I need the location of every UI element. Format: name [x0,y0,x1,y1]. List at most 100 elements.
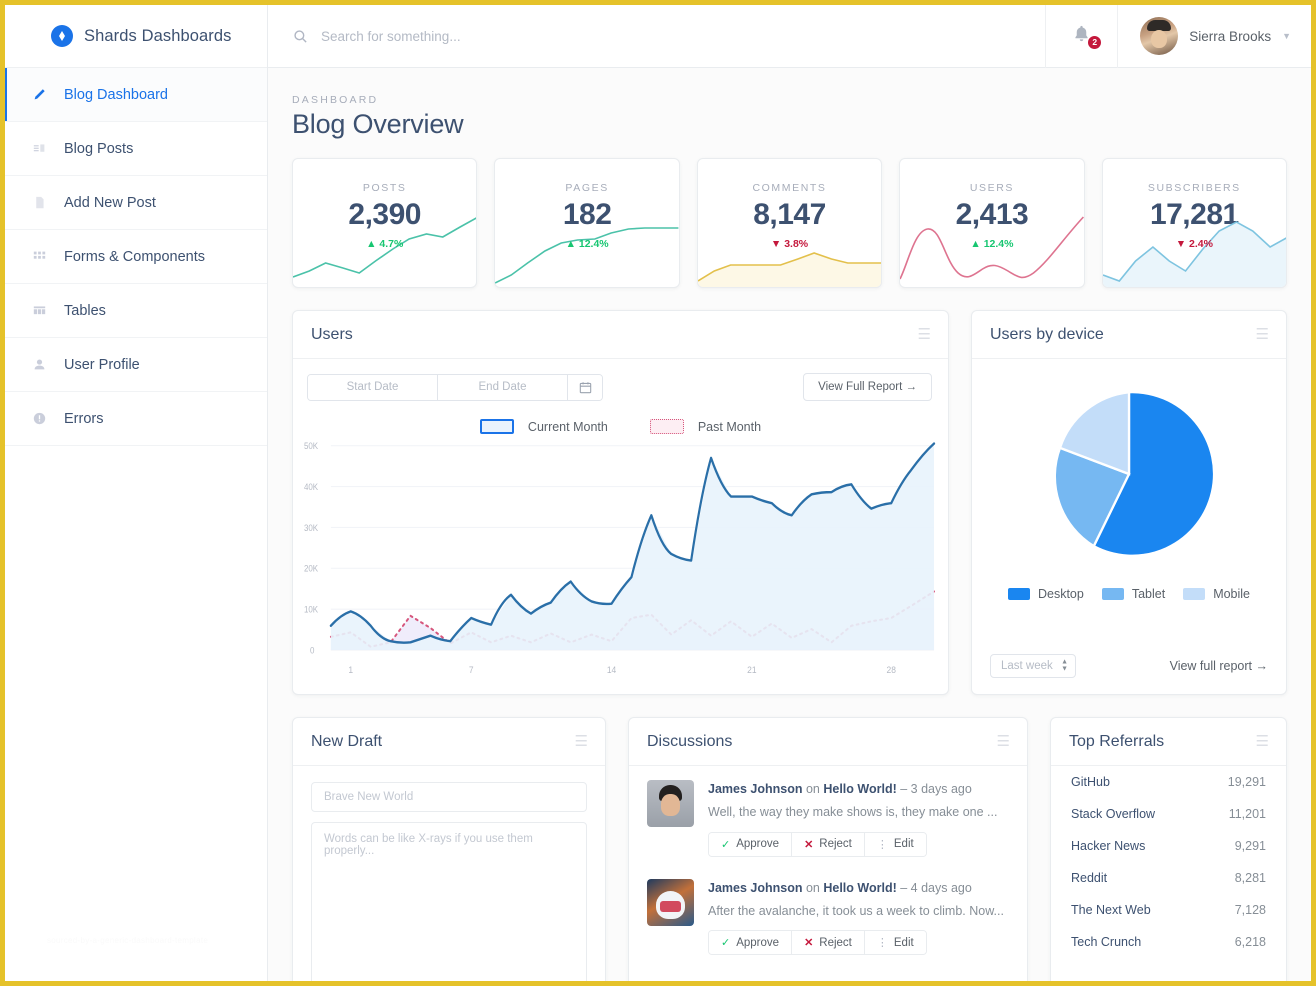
approve-label: Approve [736,838,780,851]
view-full-report-link[interactable]: View full report → [1170,659,1268,673]
chart-legend: Current Month Past Month [293,419,948,434]
draft-body-input[interactable] [311,822,587,981]
legend-item-desktop[interactable]: Desktop [1007,587,1084,601]
comment-author[interactable]: James Johnson [708,782,802,796]
svg-text:20K: 20K [304,563,319,574]
sidebar-item-label: Errors [64,410,104,427]
brand[interactable]: Shards Dashboards [5,5,267,68]
period-select[interactable]: Last week [990,654,1076,678]
bottom-row: New Draft ☰ Discussions ☰ [292,717,1287,981]
sidebar: Shards Dashboards Blog Dashboard Blog Po… [5,5,268,981]
users-sparkline [900,213,1084,287]
card-header: Users by device ☰ [972,311,1286,359]
stat-change-value: 2.4% [1189,238,1213,250]
edit-button[interactable]: ⋮ Edit [864,931,926,955]
pages-sparkline [495,213,679,287]
x-icon: ✕ [804,937,814,950]
view-full-report-button[interactable]: View Full Report → [803,373,932,401]
list-item[interactable]: The Next Web 7,128 [1051,894,1286,926]
check-icon: ✓ [721,937,731,950]
list-item[interactable]: GitHub 19,291 [1051,766,1286,798]
svg-text:7: 7 [469,665,474,676]
users-by-device-card: Users by device ☰ Desktop Tablet Mobile … [971,310,1287,695]
sidebar-item-errors[interactable]: Errors [5,392,267,446]
stat-change-value: 3.8% [784,238,809,250]
card-header: Top Referrals ☰ [1051,718,1286,766]
legend-item-mobile[interactable]: Mobile [1183,587,1250,601]
end-date-input[interactable] [438,374,568,400]
legend-swatch [1007,588,1030,600]
approve-button[interactable]: ✓ Approve [709,931,793,955]
card-header: Users ☰ [293,311,948,359]
stat-card-subscribers: SUBSCRIBERS 17,281 ▼ 2.4% [1101,158,1288,288]
kebab-menu-icon[interactable]: ☰ [1256,327,1269,342]
list-item[interactable]: Tech Crunch 6,218 [1051,926,1286,958]
avatar [1140,17,1179,55]
kebab-menu-icon: ⋮ [876,937,888,950]
list-item[interactable]: Stack Overflow 11,201 [1051,798,1286,830]
person-icon [31,358,47,371]
notifications-button[interactable]: 2 [1045,4,1117,68]
sidebar-item-forms-components[interactable]: Forms & Components [5,230,267,284]
legend-swatch [479,419,514,434]
page-content: DASHBOARD Blog Overview POSTS 2,390 ▲ 4.… [268,68,1311,981]
user-name: Sierra Brooks [1189,28,1272,44]
svg-text:1: 1 [348,665,353,676]
sidebar-item-label: Tables [64,302,106,319]
stat-change: ▲ 4.7% [366,238,404,250]
approve-label: Approve [736,936,780,949]
approve-button[interactable]: ✓ Approve [709,832,793,856]
reject-label: Reject [819,936,852,949]
grid-icon [31,250,47,263]
list-item[interactable]: Hacker News 9,291 [1051,830,1286,862]
reject-button[interactable]: ✕ Reject [792,931,865,955]
sidebar-item-user-profile[interactable]: User Profile [5,338,267,392]
x-icon: ✕ [804,838,814,851]
start-date-input[interactable] [308,374,438,400]
sidebar-item-blog-posts[interactable]: Blog Posts [5,122,267,176]
comment-post-title[interactable]: Hello World! [823,881,896,895]
user-menu[interactable]: Sierra Brooks ▼ [1117,4,1311,68]
edit-button[interactable]: ⋮ Edit [864,832,926,856]
kebab-menu-icon[interactable]: ☰ [575,734,588,749]
stat-change-value: 12.4% [578,238,609,250]
legend-item-current-month[interactable]: Current Month [479,419,608,434]
kebab-menu-icon[interactable]: ☰ [1256,734,1269,749]
kebab-menu-icon[interactable]: ☰ [918,327,931,342]
stat-change: ▼ 3.8% [770,238,809,250]
pie-legend: Desktop Tablet Mobile [1007,587,1250,601]
sidebar-item-tables[interactable]: Tables [5,284,267,338]
kebab-menu-icon[interactable]: ☰ [997,734,1010,749]
legend-label: Past Month [697,419,762,434]
top-referrals-card: Top Referrals ☰ GitHub 19,291 Stack Over… [1050,717,1287,981]
comment-post-title[interactable]: Hello World! [823,782,896,796]
referral-name: GitHub [1071,775,1110,789]
sidebar-item-blog-dashboard[interactable]: Blog Dashboard [5,68,267,122]
legend-item-past-month[interactable]: Past Month [649,419,762,434]
topbar: 2 Sierra Brooks ▼ [268,4,1311,68]
chevron-down-icon: ▼ [1282,31,1291,41]
legend-label: Desktop [1037,587,1084,601]
stat-card-posts: POSTS 2,390 ▲ 4.7% [292,158,478,288]
sidebar-item-label: User Profile [64,356,140,373]
referral-value: 8,281 [1234,871,1266,885]
comment-author[interactable]: James Johnson [708,881,802,895]
chart-controls: View Full Report → [293,359,948,409]
calendar-icon[interactable] [568,374,602,400]
draft-title-input[interactable] [311,782,587,812]
edit-label: Edit [893,838,914,851]
legend-item-tablet[interactable]: Tablet [1101,587,1166,601]
legend-label: Tablet [1131,587,1166,601]
posts-sparkline [293,213,477,287]
list-item: James Johnson on Hello World! – 3 days a… [647,780,1009,857]
referral-name: Reddit [1071,871,1108,885]
alert-circle-icon [31,412,47,425]
search-input[interactable] [321,28,671,44]
list-item[interactable]: Reddit 8,281 [1051,862,1286,894]
reject-button[interactable]: ✕ Reject [792,832,865,856]
sidebar-item-add-new-post[interactable]: Add New Post [5,176,267,230]
referral-value: 7,128 [1234,903,1266,917]
legend-swatch [1183,588,1206,600]
users-line-chart: 50K 40K 30K 20K 10K 0 1 7 14 21 28 [293,434,948,694]
stat-label: COMMENTS [752,182,827,194]
